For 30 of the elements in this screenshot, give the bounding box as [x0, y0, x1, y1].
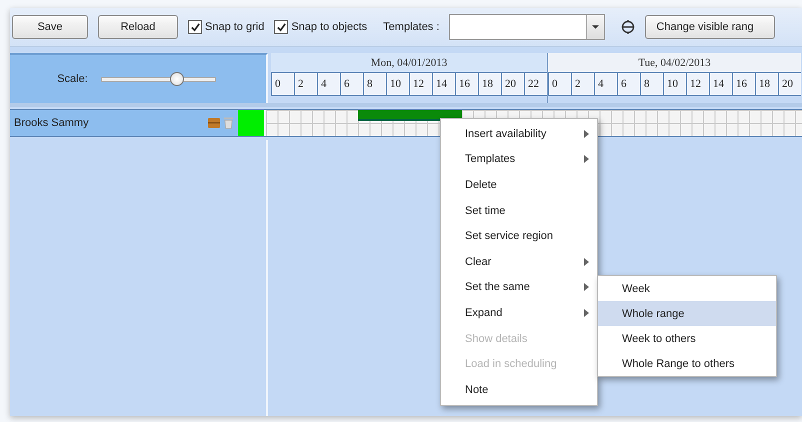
- date-header: Mon, 04/01/2013: [271, 53, 547, 72]
- resource-name: Brooks Sammy: [14, 117, 90, 129]
- hour-cell: 12: [409, 73, 432, 95]
- hour-cell: 0: [548, 73, 571, 95]
- hour-cell: 2: [571, 73, 594, 95]
- hour-cell: 14: [709, 73, 732, 95]
- scale-label: Scale:: [57, 73, 88, 85]
- hour-cell: 10: [663, 73, 686, 95]
- date-header: Tue, 04/02/2013: [548, 53, 801, 72]
- hour-cell: 10: [386, 73, 409, 95]
- hour-cell: 6: [340, 73, 363, 95]
- hour-cell: 4: [317, 73, 340, 95]
- hour-cell: 4: [594, 73, 617, 95]
- hour-cell: 6: [617, 73, 640, 95]
- checkbox-label: Snap to grid: [205, 21, 264, 33]
- hour-cell: 18: [755, 73, 778, 95]
- hour-cell: 16: [455, 73, 478, 95]
- hour-cell: 0: [271, 73, 294, 95]
- hour-cell: 18: [478, 73, 501, 95]
- templates-label: Templates :: [383, 21, 440, 33]
- hour-cell: 20: [501, 73, 524, 95]
- hour-cell: 14: [432, 73, 455, 95]
- hour-cell: 8: [640, 73, 663, 95]
- hour-cell: 20: [778, 73, 801, 95]
- hour-cell: 2: [294, 73, 317, 95]
- checkbox-label: Snap to objects: [291, 21, 368, 33]
- hour-cell: 12: [686, 73, 709, 95]
- hour-cell: 8: [363, 73, 386, 95]
- hour-cell: 16: [732, 73, 755, 95]
- hour-cell: 22: [524, 73, 547, 95]
